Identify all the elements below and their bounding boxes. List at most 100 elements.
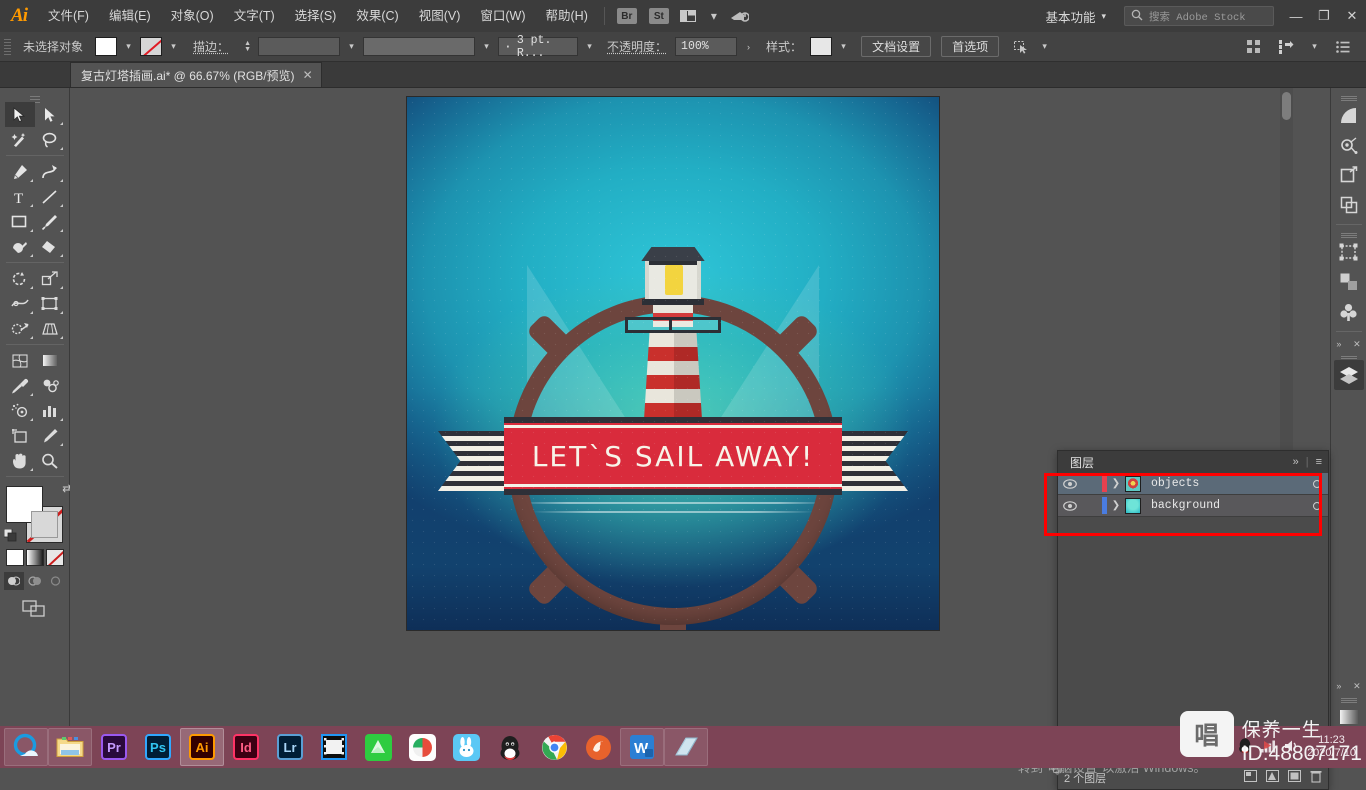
tray-volume-icon[interactable] [1284, 739, 1299, 756]
appearance-icon[interactable] [1334, 160, 1364, 190]
menu-object[interactable]: 对象(O) [161, 0, 224, 32]
color-panel-icon[interactable] [1334, 100, 1364, 130]
gradient-tool[interactable] [35, 348, 65, 373]
color-button[interactable] [6, 549, 24, 566]
graphic-style-swatch[interactable] [810, 37, 832, 56]
dock-grip-4[interactable] [1338, 694, 1360, 702]
column-graph-tool[interactable] [35, 398, 65, 423]
direct-selection-tool[interactable] [35, 102, 65, 127]
stroke-color-swatch[interactable] [140, 37, 162, 56]
chevron-down-icon[interactable]: ▾ [701, 0, 727, 32]
width-profile-chevron-down-icon[interactable]: ▾ [479, 37, 494, 56]
pen-tool[interactable] [5, 159, 35, 184]
menu-file[interactable]: 文件(F) [38, 0, 99, 32]
window-close-button[interactable]: ✕ [1338, 0, 1366, 32]
window-minimize-button[interactable]: — [1282, 0, 1310, 32]
align-panel-icon[interactable] [1243, 36, 1265, 58]
tray-qq-icon[interactable] [1237, 737, 1253, 757]
delete-selection-icon[interactable] [1310, 770, 1322, 786]
workspace-switcher[interactable]: 基本功能 ▾ [1035, 4, 1116, 28]
draw-behind-icon[interactable] [25, 572, 45, 590]
tray-expand-icon[interactable]: ▲ [1220, 742, 1229, 752]
stroke-weight-chevron-down-icon[interactable]: ▾ [344, 37, 359, 56]
stock-badge-icon[interactable]: St [649, 8, 669, 24]
document-setup-button[interactable]: 文档设置 [861, 36, 931, 57]
home-screen-icon[interactable] [727, 0, 753, 32]
fill-chevron-down-icon[interactable]: ▾ [121, 37, 136, 56]
layer-name[interactable]: objects [1141, 477, 1306, 490]
magic-wand-tool[interactable] [5, 127, 35, 152]
opacity-field[interactable]: 100% [675, 37, 737, 56]
artboard-tool[interactable] [5, 423, 35, 448]
opacity-options-icon[interactable]: › [741, 37, 756, 56]
close-dock-icon[interactable]: ✕ [1353, 339, 1361, 350]
collapse-dock-icon[interactable]: » [1336, 339, 1341, 349]
taskbar-xmind[interactable] [356, 728, 400, 766]
select-similar-chevron-down-icon[interactable]: ▾ [1037, 37, 1052, 56]
width-tool[interactable] [5, 291, 35, 316]
symbols-panel-icon[interactable] [1334, 297, 1364, 327]
layer-visibility-toggle[interactable] [1058, 501, 1082, 511]
fill-color-swatch[interactable] [95, 37, 117, 56]
stroke-chevron-down-icon[interactable]: ▾ [166, 37, 181, 56]
taskbar-firefox[interactable] [576, 728, 620, 766]
taskbar-notes-app[interactable] [664, 728, 708, 766]
layer-expand-arrow[interactable]: ❯ [1107, 500, 1125, 512]
taskbar-chrome[interactable] [532, 728, 576, 766]
hand-tool[interactable] [5, 448, 35, 473]
style-chevron-down-icon[interactable]: ▾ [836, 37, 851, 56]
taskbar-qq[interactable] [488, 728, 532, 766]
menu-help[interactable]: 帮助(H) [536, 0, 598, 32]
taskbar-indesign[interactable]: Id [224, 728, 268, 766]
shaper-tool[interactable] [5, 234, 35, 259]
paintbrush-tool[interactable] [35, 209, 65, 234]
brush-definition-field[interactable]: · 3 pt. R... [498, 37, 578, 56]
perspective-grid-tool[interactable] [35, 316, 65, 341]
taskbar-lightroom[interactable]: Lr [268, 728, 312, 766]
layers-panel-tab[interactable]: 图层 [1064, 454, 1100, 471]
arrange-documents-icon[interactable] [675, 0, 701, 32]
menu-edit[interactable]: 编辑(E) [99, 0, 161, 32]
gradient-button[interactable] [26, 549, 44, 566]
layers-list[interactable]: ❯ objects ❯ background [1058, 473, 1328, 765]
bridge-badge-icon[interactable]: Br [617, 8, 637, 24]
taskbar-rabbit-app[interactable] [444, 728, 488, 766]
curvature-tool[interactable] [35, 159, 65, 184]
scale-tool[interactable] [35, 266, 65, 291]
eraser-tool[interactable] [35, 234, 65, 259]
taskbar-illustrator[interactable]: Ai [180, 728, 224, 766]
panel-menu-icon[interactable]: ≡ [1316, 456, 1322, 468]
close-icon[interactable]: ✕ [303, 68, 313, 82]
selection-tool[interactable] [5, 102, 35, 127]
variable-width-profile-field[interactable] [363, 37, 475, 56]
stroke-swatch-large[interactable] [26, 506, 63, 543]
shape-builder-tool[interactable] [5, 316, 35, 341]
layer-visibility-toggle[interactable] [1058, 479, 1082, 489]
lasso-tool[interactable] [35, 127, 65, 152]
taskbar-media-encoder[interactable] [312, 728, 356, 766]
align-panel-icon[interactable] [1334, 267, 1364, 297]
rotate-tool[interactable] [5, 266, 35, 291]
menu-select[interactable]: 选择(S) [285, 0, 347, 32]
slice-tool[interactable] [35, 423, 65, 448]
layers-panel-icon[interactable] [1334, 360, 1364, 390]
taskbar-qq-browser[interactable] [4, 728, 48, 766]
collapse-dock-icon-2[interactable]: » [1336, 681, 1341, 691]
table-row[interactable]: ❯ objects [1058, 473, 1328, 495]
menu-effect[interactable]: 效果(C) [346, 0, 408, 32]
rectangle-tool[interactable] [5, 209, 35, 234]
dock-grip[interactable] [1338, 92, 1360, 100]
line-segment-tool[interactable] [35, 184, 65, 209]
artboard[interactable]: LET`S SAIL AWAY! [406, 96, 940, 631]
control-bar-grip[interactable] [4, 36, 11, 58]
menu-window[interactable]: 窗口(W) [470, 0, 535, 32]
document-tab[interactable]: 复古灯塔插画.ai* @ 66.67% (RGB/预览) ✕ [70, 62, 322, 87]
dock-grip-2[interactable] [1338, 229, 1360, 237]
blend-tool[interactable] [35, 373, 65, 398]
mesh-tool[interactable] [5, 348, 35, 373]
tray-network-icon[interactable] [1261, 739, 1276, 756]
transform-panel-icon[interactable] [1334, 237, 1364, 267]
brush-chevron-down-icon[interactable]: ▾ [582, 37, 597, 56]
stroke-weight-stepper[interactable]: ▲▼ [241, 37, 254, 56]
transform-panel-icon[interactable] [1275, 36, 1297, 58]
